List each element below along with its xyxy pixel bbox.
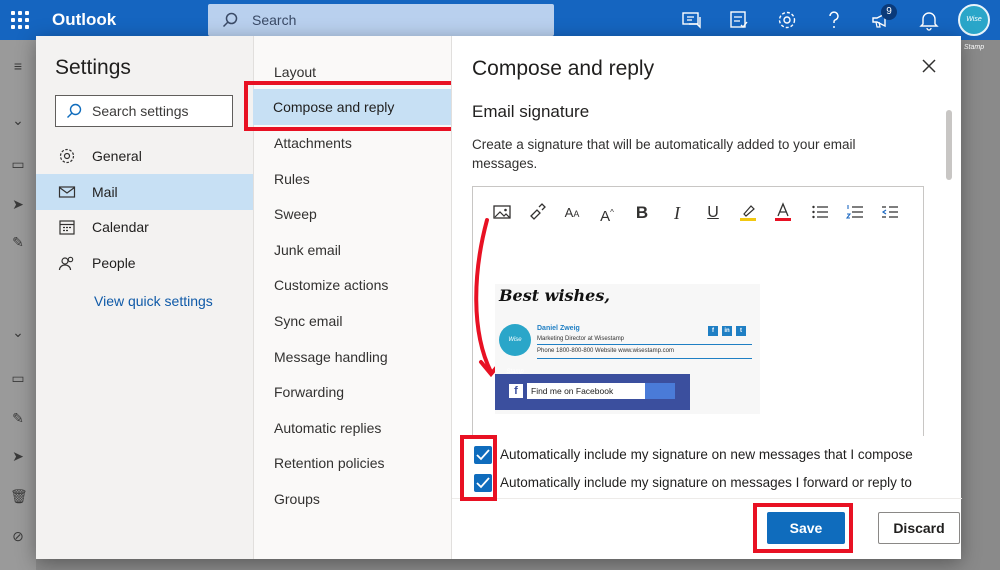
menu-item-customize-actions[interactable]: Customize actions [274, 277, 388, 293]
menu-item-junk-email[interactable]: Junk email [274, 242, 341, 258]
divider [537, 358, 752, 359]
help-icon[interactable] [823, 9, 845, 31]
settings-dialog: Settings Search settings General Mail Ca… [36, 36, 962, 559]
mail-icon [58, 183, 76, 201]
menu-item-forwarding[interactable]: Forwarding [274, 384, 344, 400]
pencil-icon: ✎ [12, 410, 24, 426]
italic-icon[interactable]: I [666, 202, 688, 224]
facebook-banner: f Find me on Facebook [495, 374, 690, 410]
app-brand[interactable]: Outlook [52, 10, 116, 30]
signature-editor[interactable]: AA A^ B I U Best wishes, Wise Stamp Dani… [472, 186, 924, 436]
highlight-box [244, 81, 456, 131]
nav-item-general[interactable]: General [36, 138, 253, 174]
discard-button[interactable]: Discard [878, 512, 960, 544]
settings-title: Settings [55, 56, 131, 79]
bullets-icon[interactable] [809, 202, 831, 224]
global-search-placeholder: Search [252, 12, 297, 28]
section-description: Create a signature that will be automati… [472, 137, 856, 171]
footer-divider [452, 498, 962, 499]
menu-item-sync-email[interactable]: Sync email [274, 313, 342, 329]
people-icon [58, 254, 76, 272]
global-search-input[interactable]: Search [208, 4, 554, 36]
menu-item-sweep[interactable]: Sweep [274, 206, 317, 222]
app-header: Outlook Search 9 Wise Stamp [0, 0, 1000, 51]
compose-reply-pane: Compose and reply Email signature Create… [451, 36, 962, 559]
avatar[interactable]: Wise Stamp [958, 4, 990, 51]
font-size-icon[interactable]: AA [561, 202, 583, 224]
notification-badge: 9 [881, 4, 897, 20]
underline-icon[interactable]: U [702, 202, 724, 224]
menu-item-rules[interactable]: Rules [274, 171, 310, 187]
menu-item-message-handling[interactable]: Message handling [274, 349, 388, 365]
facebook-icon: f [509, 384, 523, 398]
signature-name: Daniel Zweig [537, 325, 580, 332]
decrease-indent-icon[interactable] [879, 202, 901, 224]
facebook-icon: f [708, 326, 718, 336]
settings-search-placeholder: Search settings [92, 103, 189, 119]
auto-signature-new-label: Automatically include my signature on ne… [500, 447, 913, 462]
menu-item-groups[interactable]: Groups [274, 491, 320, 507]
divider [537, 344, 752, 345]
close-icon[interactable] [921, 58, 937, 74]
nav-item-mail[interactable]: Mail [36, 174, 253, 210]
scrollbar-thumb[interactable] [946, 110, 952, 180]
grow-font-icon[interactable]: A^ [596, 202, 618, 225]
send-icon: ➤ [12, 196, 24, 212]
hamburger-icon: ≡ [13, 58, 23, 74]
twitter-icon: t [736, 326, 746, 336]
background-app-rail: ≡ ⌄ ▭ ➤ ✎ ⌄ ▭ ✎ ➤ 🗑 ⊘ [0, 40, 36, 570]
bell-icon[interactable] [918, 9, 940, 31]
nav-item-calendar[interactable]: Calendar [36, 209, 253, 245]
search-icon [222, 12, 238, 28]
nav-item-label: Mail [92, 184, 118, 200]
menu-item-retention-policies[interactable]: Retention policies [274, 455, 385, 471]
view-quick-settings-link[interactable]: View quick settings [94, 293, 213, 309]
signature-closing: Best wishes, [499, 286, 610, 305]
linkedin-icon: in [722, 326, 732, 336]
highlight-icon[interactable] [737, 202, 759, 224]
search-icon [67, 103, 82, 118]
chat-icon[interactable] [681, 9, 703, 31]
settings-gear-icon[interactable] [776, 9, 798, 31]
settings-categories: Settings Search settings General Mail Ca… [36, 36, 253, 559]
numbering-icon[interactable] [844, 202, 866, 224]
pane-title: Compose and reply [472, 57, 655, 80]
nav-item-people[interactable]: People [36, 245, 253, 281]
font-color-icon[interactable] [772, 202, 794, 224]
menu-item-automatic-replies[interactable]: Automatic replies [274, 420, 381, 436]
pencil-icon: ✎ [12, 234, 24, 250]
signature-contact: Phone 1800-800-800 Website www.wisestamp… [537, 348, 674, 354]
inbox-icon: ▭ [11, 370, 25, 386]
inbox-icon: ▭ [11, 156, 25, 172]
auto-signature-reply-label: Automatically include my signature on me… [500, 475, 912, 490]
send-icon: ➤ [12, 448, 24, 464]
facebook-banner-text: Find me on Facebook [527, 383, 645, 399]
search-icon [645, 383, 675, 399]
menu-item-layout[interactable]: Layout [274, 64, 316, 80]
signature-role: Marketing Director at Wisestamp [537, 336, 625, 342]
pane-scrollbar[interactable] [946, 102, 952, 492]
signature-logo: Wise Stamp [499, 324, 531, 375]
nav-item-label: Calendar [92, 219, 149, 235]
nav-item-label: People [92, 255, 136, 271]
tasks-icon[interactable] [728, 9, 750, 31]
highlight-box [460, 435, 497, 501]
format-painter-icon[interactable] [526, 202, 548, 224]
bold-icon[interactable]: B [631, 202, 653, 224]
chevron-down-icon: ⌄ [12, 324, 24, 340]
blocked-icon: ⊘ [12, 528, 24, 544]
chevron-down-icon: ⌄ [12, 112, 24, 128]
section-title: Email signature [472, 102, 590, 121]
app-launcher-icon[interactable] [11, 11, 29, 29]
gear-icon [58, 147, 76, 165]
settings-search-input[interactable]: Search settings [55, 95, 233, 127]
nav-item-label: General [92, 148, 142, 164]
signature-preview: Best wishes, Wise Stamp Daniel Zweig Mar… [495, 284, 760, 414]
highlight-box [753, 503, 853, 553]
menu-item-attachments[interactable]: Attachments [274, 135, 352, 151]
trash-icon: 🗑 [10, 488, 28, 504]
calendar-icon [58, 218, 76, 236]
